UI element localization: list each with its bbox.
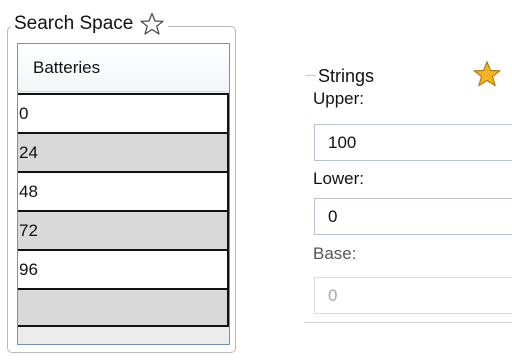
upper-input[interactable]: 100	[314, 124, 512, 161]
search-space-legend: Search Space	[11, 9, 169, 39]
search-space-title: Search Space	[14, 13, 134, 34]
table-row[interactable]: 72	[18, 210, 229, 249]
strings-group-border	[306, 75, 316, 76]
base-label: Base:	[313, 244, 357, 263]
table-row-new[interactable]	[18, 288, 229, 327]
table-row[interactable]: 0	[18, 93, 229, 132]
page: Search Space Batteries 0 24 48 72 96 Str…	[0, 0, 512, 363]
batteries-table[interactable]: Batteries 0 24 48 72 96	[17, 43, 230, 345]
star-outline-icon[interactable]	[140, 12, 164, 36]
batteries-column-header[interactable]: Batteries	[18, 44, 229, 92]
table-row[interactable]: 24	[18, 132, 229, 171]
table-row[interactable]: 48	[18, 171, 229, 210]
upper-label: Upper:	[313, 89, 365, 108]
lower-label: Lower:	[313, 169, 365, 188]
strings-group-bottom-border	[304, 322, 512, 323]
base-input: 0	[314, 277, 512, 314]
strings-title: Strings	[318, 66, 375, 86]
table-row[interactable]: 96	[18, 249, 229, 288]
lower-input[interactable]: 0	[314, 198, 512, 235]
star-filled-icon[interactable]	[473, 60, 501, 88]
